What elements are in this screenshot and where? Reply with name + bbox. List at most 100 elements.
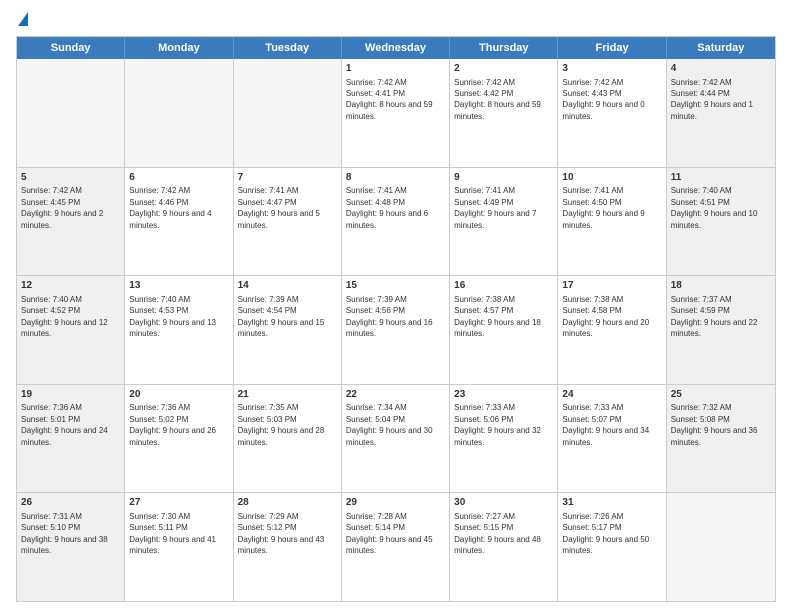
calendar-cell-1-5: 2Sunrise: 7:42 AM Sunset: 4:42 PM Daylig… xyxy=(450,59,558,167)
cell-info: Sunrise: 7:37 AM Sunset: 4:59 PM Dayligh… xyxy=(671,295,758,338)
cell-info: Sunrise: 7:38 AM Sunset: 4:57 PM Dayligh… xyxy=(454,295,541,338)
calendar-cell-1-3 xyxy=(234,59,342,167)
calendar-cell-2-1: 5Sunrise: 7:42 AM Sunset: 4:45 PM Daylig… xyxy=(17,168,125,276)
day-number: 18 xyxy=(671,279,771,293)
cell-info: Sunrise: 7:31 AM Sunset: 5:10 PM Dayligh… xyxy=(21,512,108,555)
cell-info: Sunrise: 7:26 AM Sunset: 5:17 PM Dayligh… xyxy=(562,512,649,555)
calendar-row-2: 5Sunrise: 7:42 AM Sunset: 4:45 PM Daylig… xyxy=(17,167,775,276)
calendar-header: SundayMondayTuesdayWednesdayThursdayFrid… xyxy=(17,37,775,59)
calendar-cell-4-5: 23Sunrise: 7:33 AM Sunset: 5:06 PM Dayli… xyxy=(450,385,558,493)
day-number: 1 xyxy=(346,62,445,76)
calendar-cell-1-2 xyxy=(125,59,233,167)
calendar-cell-1-4: 1 Sunrise: 7:42 AM Sunset: 4:41 PM Daylig… xyxy=(342,59,450,167)
calendar-row-1: 1 Sunrise: 7:42 AM Sunset: 4:41 PM Daylig… xyxy=(17,59,775,167)
calendar-cell-2-4: 8Sunrise: 7:41 AM Sunset: 4:48 PM Daylig… xyxy=(342,168,450,276)
calendar-cell-5-3: 28 Sunrise: 7:29 AM Sunset: 5:12 PM Dayli… xyxy=(234,493,342,601)
day-number: 23 xyxy=(454,388,553,402)
day-number: 8 xyxy=(346,171,445,185)
day-number: 7 xyxy=(238,171,337,185)
cell-info: Sunrise: 7:41 AM Sunset: 4:49 PM Dayligh… xyxy=(454,186,536,229)
header-day-saturday: Saturday xyxy=(667,37,775,59)
day-number: 6 xyxy=(129,171,228,185)
day-number: 5 xyxy=(21,171,120,185)
day-number: 3 xyxy=(562,62,661,76)
day-number: 9 xyxy=(454,171,553,185)
cell-info: Sunrise: 7:41 AM Sunset: 4:50 PM Dayligh… xyxy=(562,186,644,229)
calendar-cell-5-7 xyxy=(667,493,775,601)
day-number: 30 xyxy=(454,496,553,510)
header-day-monday: Monday xyxy=(125,37,233,59)
cell-info: Sunrise: 7:36 AM Sunset: 5:01 PM Dayligh… xyxy=(21,403,108,446)
header-day-wednesday: Wednesday xyxy=(342,37,450,59)
calendar-cell-5-1: 26 Sunrise: 7:31 AM Sunset: 5:10 PM Dayli… xyxy=(17,493,125,601)
header-day-thursday: Thursday xyxy=(450,37,558,59)
calendar-cell-5-6: 31 Sunrise: 7:26 AM Sunset: 5:17 PM Dayli… xyxy=(558,493,666,601)
cell-info: Sunrise: 7:41 AM Sunset: 4:47 PM Dayligh… xyxy=(238,186,320,229)
cell-info: Sunrise: 7:40 AM Sunset: 4:51 PM Dayligh… xyxy=(671,186,758,229)
cell-info: Sunrise: 7:28 AM Sunset: 5:14 PM Dayligh… xyxy=(346,512,433,555)
cell-info: Sunrise: 7:42 AM Sunset: 4:42 PM Dayligh… xyxy=(454,78,541,121)
calendar-cell-2-3: 7Sunrise: 7:41 AM Sunset: 4:47 PM Daylig… xyxy=(234,168,342,276)
cell-info: Sunrise: 7:33 AM Sunset: 5:07 PM Dayligh… xyxy=(562,403,649,446)
header xyxy=(16,12,776,28)
cell-info: Sunrise: 7:36 AM Sunset: 5:02 PM Dayligh… xyxy=(129,403,216,446)
cell-info: Sunrise: 7:42 AM Sunset: 4:46 PM Dayligh… xyxy=(129,186,211,229)
day-number: 16 xyxy=(454,279,553,293)
calendar-cell-5-2: 27 Sunrise: 7:30 AM Sunset: 5:11 PM Dayli… xyxy=(125,493,233,601)
calendar-cell-4-2: 20Sunrise: 7:36 AM Sunset: 5:02 PM Dayli… xyxy=(125,385,233,493)
day-number: 28 xyxy=(238,496,337,510)
calendar-cell-5-4: 29 Sunrise: 7:28 AM Sunset: 5:14 PM Dayli… xyxy=(342,493,450,601)
page: SundayMondayTuesdayWednesdayThursdayFrid… xyxy=(0,0,792,612)
calendar-cell-2-5: 9Sunrise: 7:41 AM Sunset: 4:49 PM Daylig… xyxy=(450,168,558,276)
cell-info: Sunrise: 7:29 AM Sunset: 5:12 PM Dayligh… xyxy=(238,512,325,555)
cell-info: Sunrise: 7:41 AM Sunset: 4:48 PM Dayligh… xyxy=(346,186,428,229)
cell-info: Sunrise: 7:27 AM Sunset: 5:15 PM Dayligh… xyxy=(454,512,541,555)
calendar-cell-4-4: 22Sunrise: 7:34 AM Sunset: 5:04 PM Dayli… xyxy=(342,385,450,493)
day-number: 31 xyxy=(562,496,661,510)
calendar-cell-1-7: 4 Sunrise: 7:42 AM Sunset: 4:44 PM Daylig… xyxy=(667,59,775,167)
cell-info: Sunrise: 7:32 AM Sunset: 5:08 PM Dayligh… xyxy=(671,403,758,446)
day-number: 10 xyxy=(562,171,661,185)
logo-triangle-icon xyxy=(18,12,28,26)
day-number: 27 xyxy=(129,496,228,510)
cell-info: Sunrise: 7:42 AM Sunset: 4:45 PM Dayligh… xyxy=(21,186,103,229)
cell-info: Sunrise: 7:35 AM Sunset: 5:03 PM Dayligh… xyxy=(238,403,325,446)
header-day-sunday: Sunday xyxy=(17,37,125,59)
day-number: 20 xyxy=(129,388,228,402)
cell-info: Sunrise: 7:42 AM Sunset: 4:41 PM Dayligh… xyxy=(346,78,433,121)
calendar-cell-4-7: 25Sunrise: 7:32 AM Sunset: 5:08 PM Dayli… xyxy=(667,385,775,493)
header-day-friday: Friday xyxy=(558,37,666,59)
day-number: 29 xyxy=(346,496,445,510)
cell-info: Sunrise: 7:38 AM Sunset: 4:58 PM Dayligh… xyxy=(562,295,649,338)
calendar-cell-2-7: 11Sunrise: 7:40 AM Sunset: 4:51 PM Dayli… xyxy=(667,168,775,276)
calendar: SundayMondayTuesdayWednesdayThursdayFrid… xyxy=(16,36,776,602)
day-number: 12 xyxy=(21,279,120,293)
cell-info: Sunrise: 7:30 AM Sunset: 5:11 PM Dayligh… xyxy=(129,512,216,555)
day-number: 4 xyxy=(671,62,771,76)
cell-info: Sunrise: 7:42 AM Sunset: 4:44 PM Dayligh… xyxy=(671,78,753,121)
day-number: 11 xyxy=(671,171,771,185)
day-number: 21 xyxy=(238,388,337,402)
day-number: 17 xyxy=(562,279,661,293)
cell-info: Sunrise: 7:40 AM Sunset: 4:53 PM Dayligh… xyxy=(129,295,216,338)
calendar-cell-3-7: 18 Sunrise: 7:37 AM Sunset: 4:59 PM Dayli… xyxy=(667,276,775,384)
day-number: 24 xyxy=(562,388,661,402)
calendar-cell-3-6: 17 Sunrise: 7:38 AM Sunset: 4:58 PM Dayli… xyxy=(558,276,666,384)
calendar-cell-5-5: 30 Sunrise: 7:27 AM Sunset: 5:15 PM Dayli… xyxy=(450,493,558,601)
cell-info: Sunrise: 7:39 AM Sunset: 4:56 PM Dayligh… xyxy=(346,295,433,338)
cell-info: Sunrise: 7:42 AM Sunset: 4:43 PM Dayligh… xyxy=(562,78,644,121)
calendar-cell-4-6: 24Sunrise: 7:33 AM Sunset: 5:07 PM Dayli… xyxy=(558,385,666,493)
day-number: 25 xyxy=(671,388,771,402)
day-number: 22 xyxy=(346,388,445,402)
calendar-body: 1 Sunrise: 7:42 AM Sunset: 4:41 PM Daylig… xyxy=(17,59,775,601)
day-number: 19 xyxy=(21,388,120,402)
calendar-cell-3-3: 14Sunrise: 7:39 AM Sunset: 4:54 PM Dayli… xyxy=(234,276,342,384)
logo xyxy=(16,12,28,28)
calendar-cell-2-2: 6Sunrise: 7:42 AM Sunset: 4:46 PM Daylig… xyxy=(125,168,233,276)
calendar-cell-1-1 xyxy=(17,59,125,167)
day-number: 26 xyxy=(21,496,120,510)
calendar-cell-2-6: 10Sunrise: 7:41 AM Sunset: 4:50 PM Dayli… xyxy=(558,168,666,276)
cell-info: Sunrise: 7:34 AM Sunset: 5:04 PM Dayligh… xyxy=(346,403,433,446)
calendar-cell-3-4: 15Sunrise: 7:39 AM Sunset: 4:56 PM Dayli… xyxy=(342,276,450,384)
calendar-row-3: 12Sunrise: 7:40 AM Sunset: 4:52 PM Dayli… xyxy=(17,275,775,384)
